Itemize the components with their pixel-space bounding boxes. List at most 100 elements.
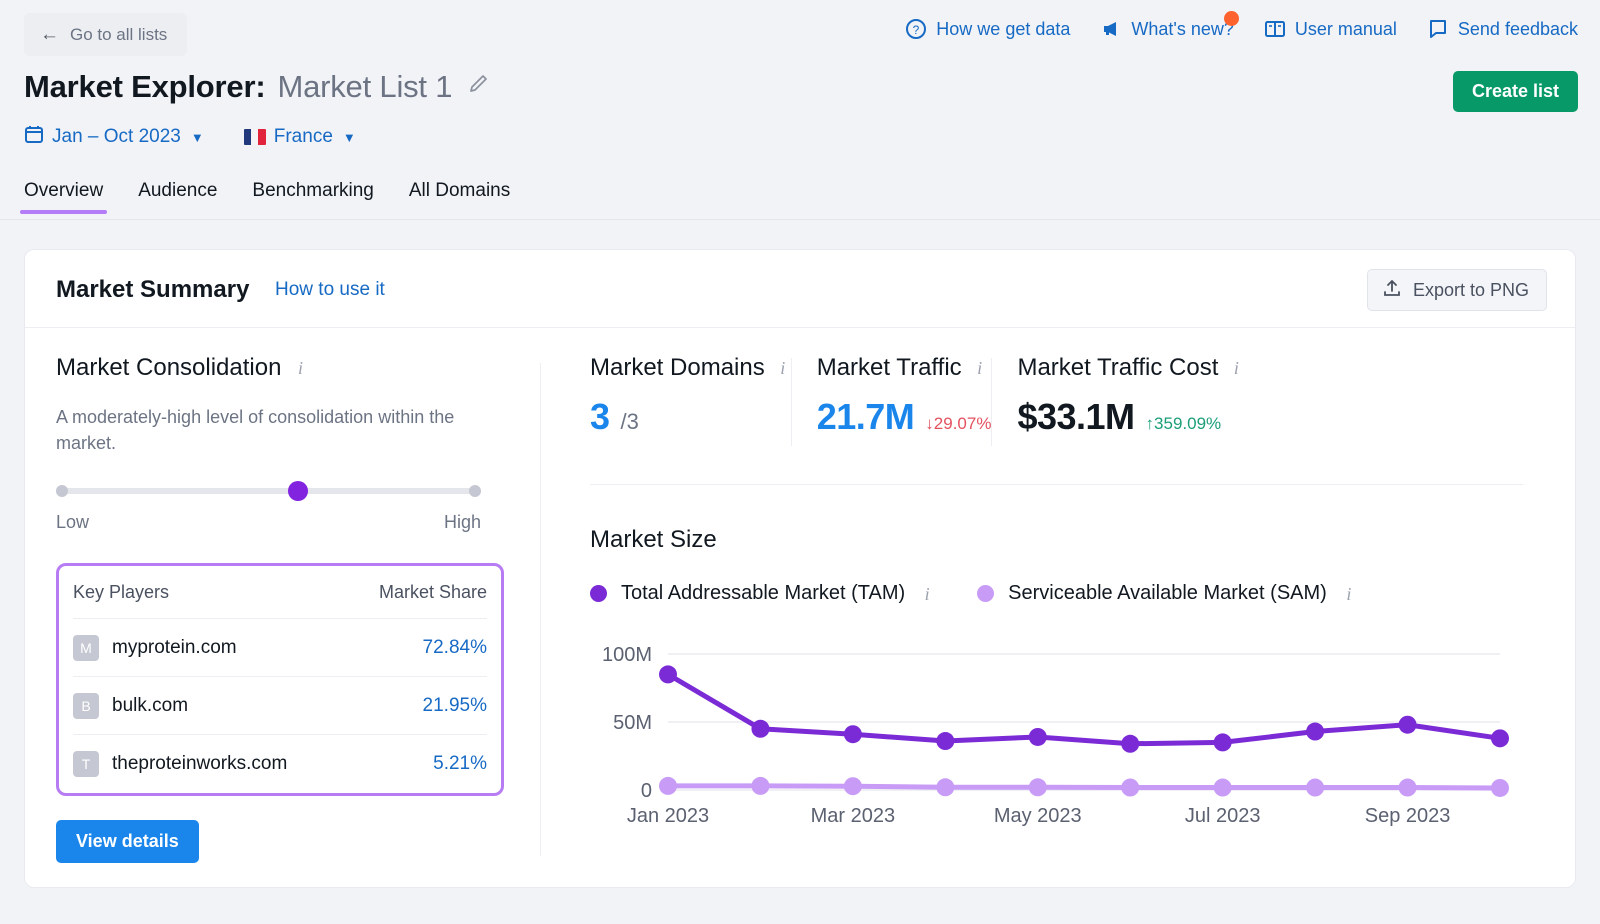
market-size-title: Market Size — [590, 526, 717, 554]
back-arrow-icon: ← — [40, 25, 59, 44]
metric-value-wrap: $33.1M ↑359.09% — [1017, 396, 1244, 438]
key-players-table: Key Players Market Share M myprotein.com… — [59, 566, 501, 793]
info-icon[interactable]: i — [972, 360, 988, 376]
table-row[interactable]: B bulk.com 21.95% — [73, 677, 487, 735]
metric-market-traffic-cost: Market Traffic Cost i $33.1M ↑359.09% — [991, 354, 1244, 469]
user-manual-label: User manual — [1295, 19, 1397, 40]
info-icon[interactable]: i — [292, 360, 308, 376]
market-domains-value: 3 — [590, 396, 610, 438]
market-consolidation-description: A moderately-high level of consolidation… — [56, 404, 476, 456]
market-summary-title: Market Summary — [56, 276, 249, 304]
market-metrics-panel: Market Domains i 3 /3 Market Traffic i 2… — [566, 354, 1555, 469]
slider-thumb[interactable] — [288, 481, 308, 501]
market-traffic-label: Market Traffic — [817, 354, 962, 382]
slider-low-endpoint — [56, 485, 68, 497]
how-we-get-data-link[interactable]: ? How we get data — [905, 18, 1070, 40]
market-traffic-delta: ↓29.07% — [925, 414, 991, 434]
market-domains-total: /3 — [621, 409, 639, 435]
whats-new-label: What's new? — [1131, 19, 1233, 40]
metric-label-wrap: Market Domains i — [590, 354, 791, 382]
legend-label-tam: Total Addressable Market (TAM) — [621, 582, 905, 605]
how-to-use-it-link[interactable]: How to use it — [275, 279, 385, 301]
date-range-label: Jan – Oct 2023 — [52, 126, 181, 148]
consolidation-slider[interactable] — [56, 482, 481, 500]
metric-market-traffic: Market Traffic i 21.7M ↓29.07% — [791, 354, 992, 469]
tab-benchmarking[interactable]: Benchmarking — [248, 180, 377, 214]
france-flag-icon — [244, 129, 266, 145]
tab-audience[interactable]: Audience — [134, 180, 221, 214]
pencil-icon[interactable] — [467, 73, 491, 102]
upload-icon — [1382, 278, 1402, 303]
slider-labels: Low High — [56, 512, 481, 533]
card-header: Market Summary How to use it Export to P… — [25, 250, 1575, 328]
main-tabs: Overview Audience Benchmarking All Domai… — [20, 180, 514, 214]
domain-favicon: T — [73, 751, 99, 777]
info-icon[interactable]: i — [1341, 586, 1357, 602]
market-summary-card: Market Summary How to use it Export to P… — [24, 249, 1576, 888]
slider-high-label: High — [444, 512, 481, 533]
domain-name[interactable]: theproteinworks.com — [112, 753, 433, 775]
info-icon[interactable]: i — [1228, 360, 1244, 376]
legend-item-sam[interactable]: Serviceable Available Market (SAM) i — [977, 582, 1357, 605]
domain-name[interactable]: bulk.com — [112, 695, 423, 717]
market-domains-label: Market Domains — [590, 354, 765, 382]
export-to-png-button[interactable]: Export to PNG — [1367, 269, 1547, 311]
domain-name[interactable]: myprotein.com — [112, 637, 423, 659]
key-players-table-highlight: Key Players Market Share M myprotein.com… — [56, 563, 504, 796]
metric-value-wrap: 21.7M ↓29.07% — [817, 396, 992, 438]
whats-new-badge-icon — [1224, 11, 1239, 26]
key-players-table-header: Key Players Market Share — [73, 566, 487, 619]
go-to-all-lists-button[interactable]: ← Go to all lists — [24, 13, 187, 56]
market-size-chart[interactable]: 050M100MJan 2023Mar 2023May 2023Jul 2023… — [578, 636, 1528, 836]
slider-high-endpoint — [469, 485, 481, 497]
domain-favicon: B — [73, 693, 99, 719]
how-we-get-data-label: How we get data — [936, 19, 1070, 40]
table-row[interactable]: T theproteinworks.com 5.21% — [73, 735, 487, 793]
metrics-divider — [590, 484, 1523, 485]
question-circle-icon: ? — [905, 18, 927, 40]
market-size-chart-svg: 050M100MJan 2023Mar 2023May 2023Jul 2023… — [578, 636, 1528, 836]
metric-market-domains: Market Domains i 3 /3 — [566, 354, 791, 469]
tab-all-domains[interactable]: All Domains — [405, 180, 514, 214]
page-title-list-name: Market List 1 — [277, 69, 452, 105]
market-share-value: 21.95% — [423, 695, 487, 717]
market-explorer-page: ← Go to all lists ? How we get data What… — [0, 0, 1600, 924]
market-consolidation-header: Market Consolidation i — [56, 354, 516, 382]
metric-label-wrap: Market Traffic Cost i — [1017, 354, 1244, 382]
tab-overview[interactable]: Overview — [20, 180, 107, 214]
tabs-divider — [0, 219, 1600, 220]
market-share-value: 5.21% — [433, 753, 487, 775]
svg-text:May 2023: May 2023 — [994, 805, 1082, 827]
book-icon — [1264, 18, 1286, 40]
legend-dot-sam — [977, 585, 994, 602]
export-to-png-label: Export to PNG — [1413, 280, 1529, 301]
view-details-button[interactable]: View details — [56, 820, 199, 863]
country-selector[interactable]: France ▼ — [244, 126, 356, 148]
svg-text:Mar 2023: Mar 2023 — [811, 805, 896, 827]
chevron-down-icon: ▼ — [343, 130, 356, 145]
legend-dot-tam — [590, 585, 607, 602]
send-feedback-label: Send feedback — [1458, 19, 1578, 40]
svg-text:100M: 100M — [602, 644, 652, 666]
market-share-column-header: Market Share — [379, 582, 487, 603]
slider-low-label: Low — [56, 512, 89, 533]
legend-item-tam[interactable]: Total Addressable Market (TAM) i — [590, 582, 935, 605]
market-traffic-value: 21.7M — [817, 396, 915, 438]
page-title: Market Explorer: Market List 1 — [24, 69, 491, 105]
filter-selectors: Jan – Oct 2023 ▼ France ▼ — [24, 124, 356, 150]
metric-label-wrap: Market Traffic i — [817, 354, 992, 382]
chevron-down-icon: ▼ — [191, 130, 204, 145]
send-feedback-link[interactable]: Send feedback — [1427, 18, 1578, 40]
create-list-button[interactable]: Create list — [1453, 71, 1578, 112]
info-icon[interactable]: i — [775, 360, 791, 376]
go-to-all-lists-label: Go to all lists — [70, 25, 167, 45]
user-manual-link[interactable]: User manual — [1264, 18, 1397, 40]
market-traffic-cost-value: $33.1M — [1017, 396, 1134, 438]
slider-track — [56, 488, 481, 494]
info-icon[interactable]: i — [919, 586, 935, 602]
whats-new-link[interactable]: What's new? — [1100, 18, 1233, 40]
market-consolidation-title: Market Consolidation — [56, 354, 281, 382]
table-row[interactable]: M myprotein.com 72.84% — [73, 619, 487, 677]
date-range-selector[interactable]: Jan – Oct 2023 ▼ — [24, 124, 204, 150]
calendar-icon — [24, 124, 44, 150]
